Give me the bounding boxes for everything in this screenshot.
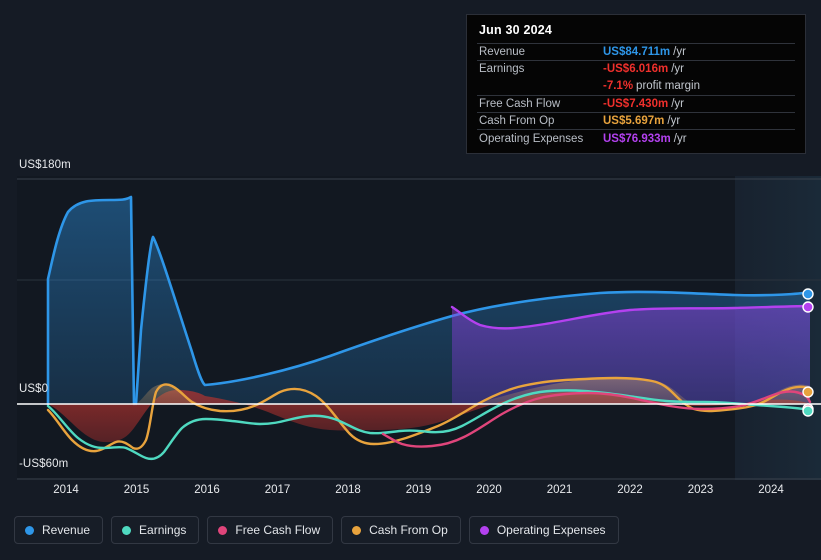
- legend-item-revenue[interactable]: Revenue: [14, 516, 104, 544]
- x-axis-tick-2020: 2020: [476, 484, 502, 496]
- endpoint-earnings: [802, 405, 814, 417]
- legend-item-cash-from-op[interactable]: Cash From Op: [341, 516, 461, 544]
- tooltip-row-value: -US$7.430m: [603, 98, 669, 111]
- tooltip-row: Earnings -US$6.016m/yr: [477, 60, 795, 77]
- tooltip-row-suffix: /yr: [671, 63, 684, 76]
- tooltip-rows: Revenue US$84.711m/yr Earnings -US$6.016m/y…: [477, 43, 795, 147]
- tooltip-row-value: -7.1%: [603, 80, 634, 93]
- tooltip-row-value: -US$6.016m: [603, 63, 669, 76]
- tooltip-row-value: US$5.697m: [603, 115, 665, 128]
- endpoint-revenue: [802, 288, 814, 300]
- financial-chart-screenshot: US$180m US$0 -US$60m 2014 2015 2016 2017 201…: [0, 0, 821, 560]
- x-axis-tick-2023: 2023: [687, 484, 714, 496]
- x-axis-tick-2015: 2015: [123, 484, 150, 496]
- legend-color-dot-icon: [25, 525, 34, 535]
- tooltip-row-key: Earnings: [479, 63, 525, 76]
- x-axis-tick-2024: 2024: [758, 484, 784, 496]
- x-axis-tick-2019: 2019: [405, 484, 432, 496]
- legend-color-dot-icon: [479, 525, 489, 535]
- legend-item-label: Operating Expenses: [496, 523, 606, 537]
- x-axis-tick-2014: 2014: [53, 484, 79, 496]
- tooltip-row-key: Free Cash Flow: [479, 98, 561, 111]
- tooltip-row-suffix: /yr: [671, 98, 684, 111]
- tooltip-row: -7.1% profit margin: [477, 78, 795, 95]
- legend-item-free-cash-flow[interactable]: Free Cash Flow: [207, 516, 334, 544]
- y-axis-label-bottom: -US$60m: [19, 458, 69, 470]
- x-axis-tick-2018: 2018: [335, 484, 361, 496]
- tooltip-row-key: Operating Expenses: [479, 132, 584, 145]
- tooltip-row-suffix: /yr: [667, 115, 681, 128]
- chart-legend[interactable]: Revenue Earnings Free Cash Flow Cash From O…: [14, 516, 619, 544]
- legend-item-label: Cash From Op: [369, 523, 448, 537]
- legend-item-operating-expenses[interactable]: Operating Expenses: [468, 516, 619, 544]
- y-axis-label-top: US$180m: [19, 159, 71, 171]
- tooltip-row: Cash From Op US$5.697m/yr: [477, 112, 795, 129]
- x-axis-tick-2021: 2021: [546, 484, 573, 496]
- tooltip-row-key: Revenue: [479, 46, 526, 59]
- legend-item-label: Earnings: [139, 523, 187, 537]
- tooltip-row-key: Cash From Op: [479, 115, 555, 128]
- legend-item-earnings[interactable]: Earnings: [111, 516, 200, 544]
- tooltip-row: Revenue US$84.711m/yr: [477, 43, 795, 60]
- legend-color-dot-icon: [218, 525, 228, 535]
- tooltip-date: Jun 30 2024: [479, 23, 553, 37]
- tooltip-row-value: US$76.933m: [603, 132, 671, 145]
- tooltip-row: Operating Expenses US$76.933m/yr: [477, 129, 795, 146]
- tooltip-row-value: US$84.711m: [603, 46, 671, 59]
- legend-item-label: Free Cash Flow: [235, 523, 321, 537]
- x-axis-tick-2017: 2017: [264, 484, 291, 496]
- tooltip-row: Free Cash Flow -US$7.430m/yr: [477, 94, 795, 112]
- y-axis-label-zero: US$0: [19, 383, 49, 395]
- x-axis-tick-2022: 2022: [617, 484, 643, 496]
- x-axis-tick-2016: 2016: [194, 484, 220, 496]
- tooltip-row-suffix: /yr: [673, 46, 686, 59]
- tooltip-row-suffix: /yr: [673, 132, 687, 145]
- legend-color-dot-icon: [352, 525, 362, 535]
- legend-color-dot-icon: [122, 525, 132, 535]
- endpoint-cash-from-op: [802, 386, 814, 398]
- tooltip-row-suffix: profit margin: [636, 80, 700, 93]
- hover-tooltip: Jun 30 2024 Revenue US$84.711m/yr Earnings…: [466, 14, 806, 154]
- endpoint-operating-expenses: [802, 301, 814, 313]
- legend-item-label: Revenue: [42, 523, 91, 537]
